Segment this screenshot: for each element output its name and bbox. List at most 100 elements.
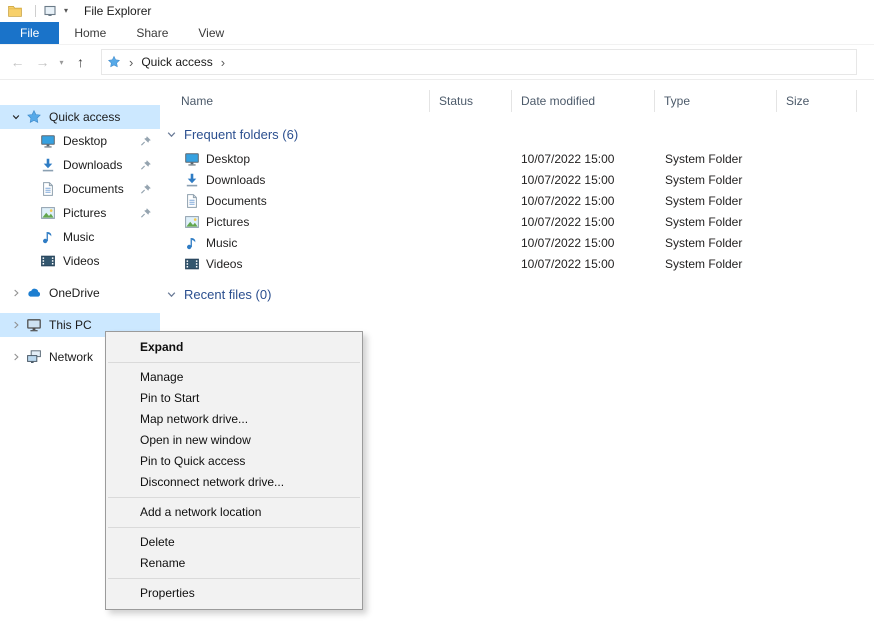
up-arrow-icon[interactable]: ↑ [68,50,93,75]
breadcrumb-location[interactable]: Quick access [141,55,212,69]
file-row-pictures[interactable]: Pictures10/07/2022 15:00System Folder [160,211,874,232]
qat-dropdown-icon[interactable]: ▾ [64,7,68,15]
titlebar: ▾ File Explorer [0,0,874,22]
menu-item-add-a-network-location[interactable]: Add a network location [106,502,362,523]
file-name: Pictures [160,214,430,230]
file-row-documents[interactable]: Documents10/07/2022 15:00System Folder [160,190,874,211]
menu-item-delete[interactable]: Delete [106,532,362,553]
file-date-modified: 10/07/2022 15:00 [512,215,655,229]
file-type: System Folder [655,152,777,166]
music-icon [184,235,200,251]
breadcrumb-chevron-icon[interactable]: › [129,56,133,69]
chevron-right-icon[interactable] [8,349,24,365]
file-name: Videos [160,256,430,272]
chevron-right-icon[interactable] [8,285,24,301]
file-type: System Folder [655,173,777,187]
pin-icon [140,207,152,219]
chevron-placeholder [22,253,38,269]
sidebar-item-label: OneDrive [49,286,100,300]
pictures-icon [184,214,200,230]
star-icon [26,109,42,125]
group-label[interactable]: Frequent folders (6) [184,127,298,142]
ribbon-tabs: File Home Share View [0,22,874,45]
file-name: Music [160,235,430,251]
back-arrow-icon[interactable]: ← [5,50,30,75]
menu-item-properties[interactable]: Properties [106,583,362,604]
file-date-modified: 10/07/2022 15:00 [512,257,655,271]
sidebar-item-downloads[interactable]: Downloads [0,153,160,177]
menu-item-map-network-drive[interactable]: Map network drive... [106,409,362,430]
column-headers: Name Status Date modified Type Size [160,90,874,112]
file-name: Downloads [160,172,430,188]
file-name-text: Videos [206,257,242,271]
sidebar-item-onedrive[interactable]: OneDrive [0,281,160,305]
file-row-desktop[interactable]: Desktop 10/07/2022 15:00System Folder [160,148,874,169]
column-header-name[interactable]: Name [160,90,430,112]
collapse-chevron-icon[interactable] [166,289,177,300]
menu-separator [108,362,360,363]
chevron-placeholder [22,157,38,173]
menu-separator [108,527,360,528]
menu-item-manage[interactable]: Manage [106,367,362,388]
onedrive-icon [26,285,42,301]
chevron-placeholder [22,229,38,245]
sidebar-item-label: Desktop [63,134,107,148]
quick-access-toolbar: ▾ [35,4,68,18]
file-type: System Folder [655,257,777,271]
sidebar-item-desktop[interactable]: Desktop [0,129,160,153]
sidebar-item-quick-access[interactable]: Quick access [0,105,160,129]
file-name-text: Desktop [206,152,250,166]
file-row-music[interactable]: Music10/07/2022 15:00System Folder [160,232,874,253]
menu-item-pin-to-start[interactable]: Pin to Start [106,388,362,409]
tab-view[interactable]: View [183,22,239,44]
file-date-modified: 10/07/2022 15:00 [512,152,655,166]
file-row-downloads[interactable]: Downloads 10/07/2022 15:00System Folder [160,169,874,190]
sidebar-item-videos[interactable]: Videos [0,249,160,273]
file-row-videos[interactable]: Videos 10/07/2022 15:00System Folder [160,253,874,274]
breadcrumb-chevron-icon[interactable]: › [221,56,225,69]
tab-home[interactable]: Home [59,22,121,44]
sidebar-item-label: Documents [63,182,124,196]
column-header-type[interactable]: Type [655,90,777,112]
file-name-text: Downloads [206,173,265,187]
address-bar[interactable]: › Quick access › [101,49,857,75]
group-label[interactable]: Recent files (0) [184,287,271,302]
column-header-status[interactable]: Status [430,90,512,112]
sidebar-item-pictures[interactable]: Pictures [0,201,160,225]
documents-icon [40,181,56,197]
collapse-chevron-icon[interactable] [166,129,177,140]
file-type: System Folder [655,236,777,250]
chevron-right-icon[interactable] [8,317,24,333]
menu-item-open-in-new-window[interactable]: Open in new window [106,430,362,451]
frequent-folders-list: Desktop10/07/2022 15:00System FolderDown… [160,148,874,274]
desktop-icon [40,133,56,149]
documents-icon [184,193,200,209]
menu-item-rename[interactable]: Rename [106,553,362,574]
navigation-bar: ← → ▾ ↑ › Quick access › [0,45,874,80]
file-date-modified: 10/07/2022 15:00 [512,194,655,208]
forward-arrow-icon[interactable]: → [30,50,55,75]
file-date-modified: 10/07/2022 15:00 [512,173,655,187]
file-name: Desktop [160,151,430,167]
tab-file[interactable]: File [0,22,59,44]
music-icon [40,229,56,245]
group-header-recent-files: Recent files (0) [166,284,874,304]
menu-separator [108,578,360,579]
sidebar-item-label: Videos [63,254,99,268]
sidebar-item-documents[interactable]: Documents [0,177,160,201]
column-header-size[interactable]: Size [777,90,857,112]
chevron-placeholder [22,205,38,221]
menu-item-pin-to-quick-access[interactable]: Pin to Quick access [106,451,362,472]
qat-properties-icon[interactable] [43,4,57,18]
chevron-down-icon[interactable] [8,109,24,125]
menu-item-expand[interactable]: Expand [106,337,362,358]
pin-icon [140,135,152,147]
this-pc-icon [26,317,42,333]
menu-item-disconnect-network-drive[interactable]: Disconnect network drive... [106,472,362,493]
tab-share[interactable]: Share [121,22,183,44]
history-dropdown-icon[interactable]: ▾ [55,50,68,75]
sidebar-item-label: Pictures [63,206,106,220]
sidebar-item-music[interactable]: Music [0,225,160,249]
downloads-icon [40,157,56,173]
column-header-date-modified[interactable]: Date modified [512,90,655,112]
